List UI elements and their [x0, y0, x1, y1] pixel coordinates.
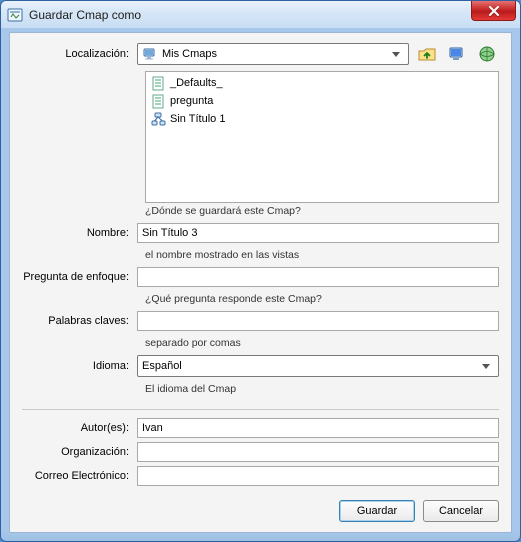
file-list[interactable]: _Defaults_ pregunta Sin Título 1 [145, 71, 499, 203]
name-input[interactable] [137, 223, 499, 243]
chevron-down-icon [388, 44, 404, 64]
list-item[interactable]: pregunta [148, 92, 496, 110]
list-item[interactable]: Sin Título 1 [148, 110, 496, 128]
name-label: Nombre: [22, 227, 137, 239]
location-selected: Mis Cmaps [162, 48, 217, 60]
list-item-label: _Defaults_ [170, 77, 223, 89]
window-title: Guardar Cmap como [29, 8, 141, 22]
list-item-label: pregunta [170, 95, 213, 107]
organization-input[interactable] [137, 442, 499, 462]
authors-label: Autor(es): [22, 422, 137, 434]
email-label: Correo Electrónico: [22, 470, 137, 482]
focus-question-label: Pregunta de enfoque: [22, 271, 137, 283]
organization-label: Organización: [22, 446, 137, 458]
name-hint: el nombre mostrado en las vistas [145, 249, 499, 261]
language-combo[interactable]: Español [137, 355, 499, 377]
location-combo[interactable]: Mis Cmaps [137, 43, 409, 65]
list-item-label: Sin Título 1 [170, 113, 225, 125]
close-button[interactable] [471, 1, 516, 21]
email-input[interactable] [137, 466, 499, 486]
location-hint: ¿Dónde se guardará este Cmap? [145, 205, 499, 217]
cmap-doc-icon [150, 75, 166, 91]
network-button[interactable] [475, 43, 499, 65]
language-label: Idioma: [22, 360, 137, 372]
up-folder-button[interactable] [415, 43, 439, 65]
location-label: Localización: [22, 48, 137, 60]
keywords-label: Palabras claves: [22, 315, 137, 327]
focus-question-hint: ¿Qué pregunta responde este Cmap? [145, 293, 499, 305]
keywords-input[interactable] [137, 311, 499, 331]
keywords-hint: separado por comas [145, 337, 499, 349]
focus-question-input[interactable] [137, 267, 499, 287]
computer-icon [142, 46, 158, 62]
list-item[interactable]: _Defaults_ [148, 74, 496, 92]
section-divider [22, 409, 499, 410]
cmap-doc-icon [150, 93, 166, 109]
desktop-button[interactable] [445, 43, 469, 65]
app-icon [7, 7, 23, 23]
language-selected: Español [142, 360, 182, 372]
dialog-content: Localización: Mis Cmaps [9, 32, 512, 533]
cmap-untitled-icon [150, 111, 166, 127]
titlebar: Guardar Cmap como [1, 1, 520, 28]
save-button[interactable]: Guardar [339, 500, 415, 522]
authors-input[interactable] [137, 418, 499, 438]
save-dialog: Guardar Cmap como Localización: [0, 0, 521, 542]
cancel-button[interactable]: Cancelar [423, 500, 499, 522]
chevron-down-icon [478, 356, 494, 376]
language-hint: El idioma del Cmap [145, 383, 499, 395]
